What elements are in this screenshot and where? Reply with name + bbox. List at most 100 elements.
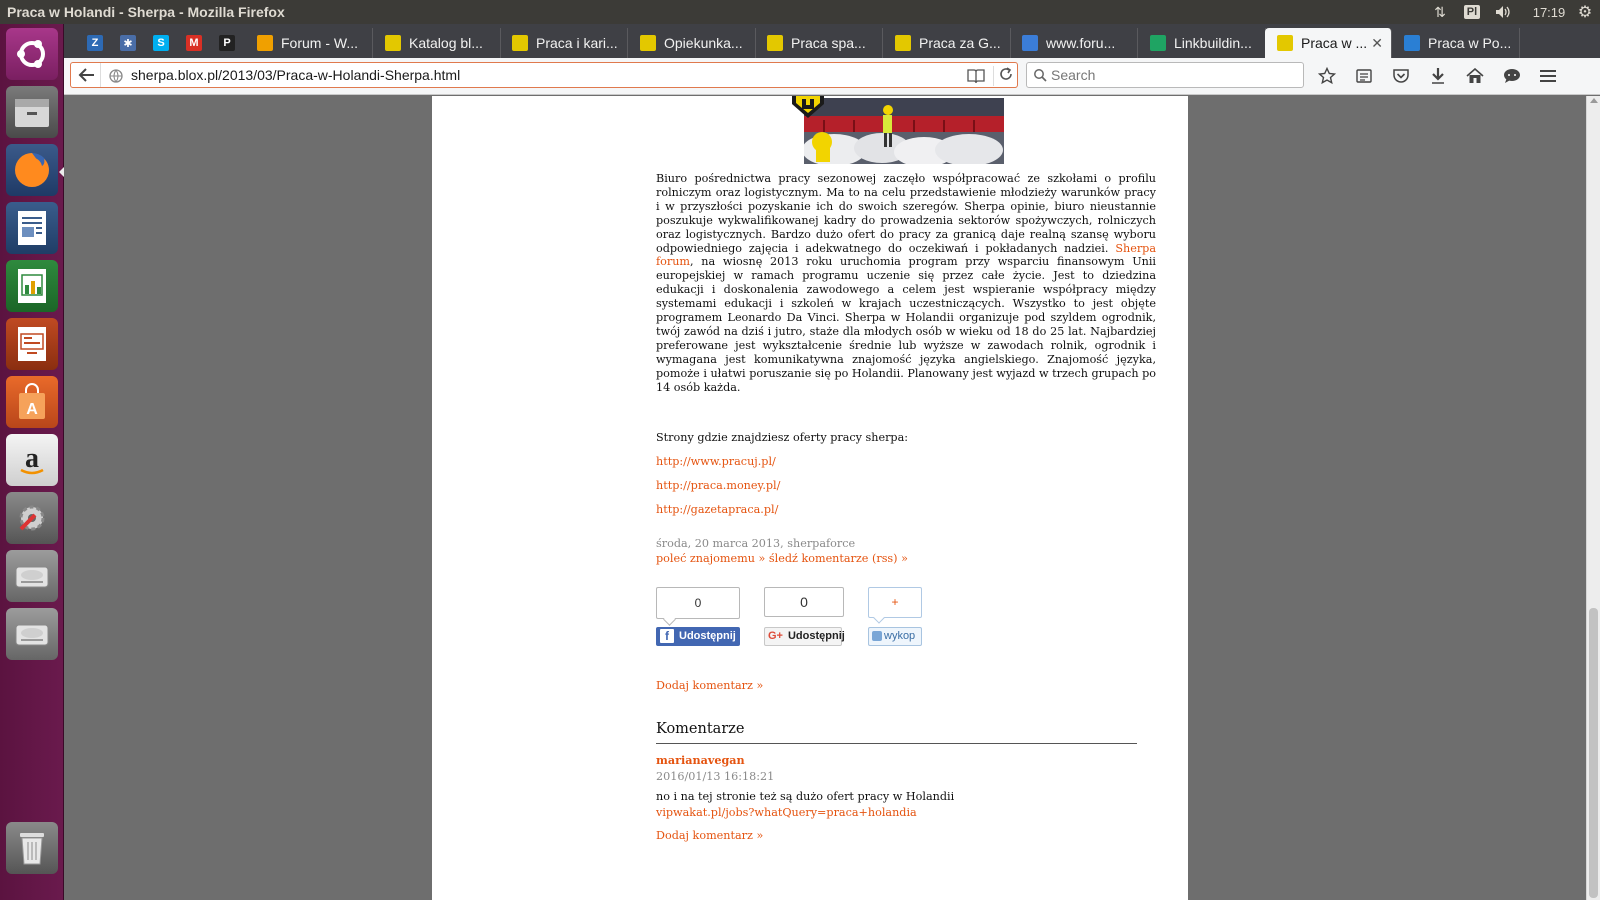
tab-label: Praca w ... [1301,35,1368,51]
post-content: Biuro pośrednictwa pracy sezonowej zaczę… [656,172,1156,842]
url-bar[interactable]: sherpa.blox.pl/2013/03/Praca-w-Holandi-S… [70,62,1018,88]
pinned-tab[interactable]: Z [82,28,108,58]
tab[interactable]: Linkbuildin... [1138,28,1266,58]
google-plus-share-count: 0 [764,586,844,617]
chat-icon[interactable] [1500,65,1524,87]
gazetapraca-link[interactable]: http://gazetapraca.pl/ [656,503,1156,516]
sherpa-icon [512,35,528,51]
libreoffice-calc-icon[interactable] [6,260,58,312]
money-praca-link[interactable]: http://praca.money.pl/ [656,479,1156,492]
site-info-icon[interactable] [109,69,123,83]
zotero-icon: Z [87,35,103,51]
tab[interactable]: Praca za G... [883,28,1011,58]
open-menu-icon[interactable] [1536,65,1560,87]
software-center-icon[interactable]: A [6,376,58,428]
files-icon[interactable] [6,86,58,138]
svg-text:a: a [25,443,39,474]
tab-label: Praca za G... [919,35,1001,51]
back-button[interactable] [73,63,101,87]
bookmark-star-icon[interactable] [1315,65,1339,87]
google-plus-share-button[interactable]: G+ Udostępnij [764,626,845,646]
sherpa-icon [385,35,401,51]
post-actions-links[interactable]: poleć znajomemu » śledź komentarze (rss)… [656,552,1156,565]
post-body-text-2: , na wiosnę 2013 roku uruchomia program … [656,255,1156,394]
system-settings-icon[interactable] [6,492,58,544]
facebook-icon: f [660,629,674,643]
tab[interactable]: Forum - W... [245,28,373,58]
tab-label: www.foru... [1046,35,1116,51]
facebook-share-count: 0 [656,586,740,619]
volume-icon[interactable] [1492,0,1514,24]
page-viewport[interactable]: Biuro pośrednictwa pracy sezonowej zaczę… [64,96,1586,900]
amazon-icon[interactable]: a [6,434,58,486]
tab-close-icon[interactable]: ✕ [1371,35,1383,52]
wykop-button[interactable]: wykop [868,626,922,646]
comment-author[interactable]: marianavegan [656,753,1156,767]
tab[interactable]: Opiekunka... [628,28,756,58]
tab-strip: Z ✱ S M P Forum - W... Katalog bl... Praca i ka… [64,24,1600,58]
forum-icon [257,35,273,51]
tab[interactable]: Praca i kari... [500,28,628,58]
tab-label: Katalog bl... [409,35,483,51]
add-comment-link-bottom[interactable]: Dodaj komentarz » [656,829,1156,842]
pracuj-link[interactable]: http://www.pracuj.pl/ [656,455,1156,468]
add-comment-link[interactable]: Dodaj komentarz » [656,679,1156,692]
facebook-share-label: Udostępnij [679,630,736,642]
wykop-icon [872,631,882,641]
sherpa-icon [767,35,783,51]
comment-link[interactable]: vipwakat.pl/jobs?whatQuery=praca+holandi… [656,806,1156,819]
tab[interactable]: Praca spa... [755,28,883,58]
keyboard-layout-indicator[interactable]: Pl [1462,0,1482,24]
launcher: A a [0,24,64,900]
search-box[interactable] [1026,62,1304,88]
pinned-tab[interactable]: M [181,28,207,58]
pinned-tab[interactable]: P [214,28,240,58]
libreoffice-impress-icon[interactable] [6,318,58,370]
search-input[interactable] [1051,66,1291,84]
clock[interactable]: 17:19 [1527,0,1571,24]
search-icon [1034,69,1047,82]
google-plus-icon: G+ [768,630,783,642]
post-photo [804,98,1004,164]
tab-label: Linkbuildin... [1174,35,1252,51]
comments-heading: Komentarze [656,721,1137,744]
downloads-icon[interactable] [1426,65,1450,87]
tab[interactable]: Katalog bl... [373,28,501,58]
tab-label: Forum - W... [281,35,358,51]
blog-post-card: Biuro pośrednictwa pracy sezonowej zaczę… [432,96,1188,900]
scroll-up-arrow[interactable] [1590,98,1598,103]
sheets-icon [1150,35,1166,51]
app-icon: ✱ [120,35,136,51]
tab-label: Praca spa... [791,35,866,51]
session-gear-icon[interactable]: ⚙ [1574,0,1596,24]
tab-label: Opiekunka... [664,35,743,51]
comment-date: 2016/01/13 16:18:21 [656,769,775,783]
reader-view-icon[interactable] [967,68,985,84]
reload-icon[interactable] [993,66,1013,86]
wykop-count[interactable]: + [868,586,922,618]
firefox-icon[interactable] [6,144,58,196]
bookmarks-menu-icon[interactable] [1352,65,1376,87]
disk-icon[interactable] [6,608,58,660]
libreoffice-writer-icon[interactable] [6,202,58,254]
comment-body: no i na tej stronie też są dużo ofert pr… [656,789,955,803]
scroll-thumb[interactable] [1589,608,1598,898]
ubuntu-icon[interactable] [6,28,58,80]
vertical-scrollbar[interactable] [1586,96,1600,900]
pinned-tab[interactable]: ✱ [115,28,141,58]
post-meta: środa, 20 marca 2013, sherpaforce [656,536,856,550]
tab[interactable]: Praca w Po... [1392,28,1520,58]
pinned-tab[interactable]: S [148,28,174,58]
share-buttons: 0 0 + f Udostępnij G+ Udostępnij wykop [656,586,1156,653]
url-text[interactable]: sherpa.blox.pl/2013/03/Praca-w-Holandi-S… [131,67,460,83]
tab-active[interactable]: Praca w ... ✕ [1265,28,1392,58]
disk-icon[interactable] [6,550,58,602]
network-icon[interactable]: ⇅ [1428,0,1452,24]
google-plus-share-label: Udostępnij [787,630,845,642]
tab[interactable]: www.foru... [1010,28,1138,58]
pocket-icon[interactable] [1389,65,1413,87]
home-icon[interactable] [1463,65,1487,87]
facebook-share-button[interactable]: f Udostępnij [656,626,740,646]
sherpa-icon [1277,35,1293,51]
trash-icon[interactable] [6,822,58,874]
